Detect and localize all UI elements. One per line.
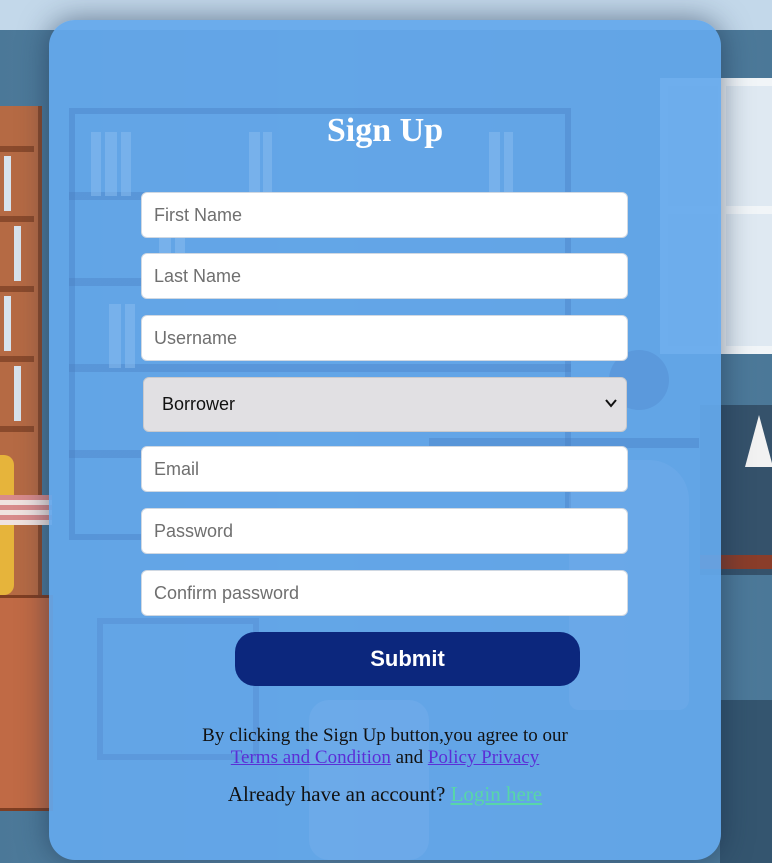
last-name-input[interactable] (141, 253, 628, 299)
signup-card: Sign Up Borrower Submit By clicking the … (49, 20, 721, 860)
terms-prefix-text: By clicking the Sign Up button,you agree… (202, 725, 568, 746)
login-prompt-text: Already have an account? (227, 782, 446, 806)
page-title: Sign Up (326, 112, 444, 149)
terms-link[interactable]: Terms and Condition (231, 747, 391, 768)
left-cabinet (0, 595, 53, 811)
role-select-value: Borrower (162, 394, 236, 414)
right-floor (720, 700, 772, 863)
login-prompt: Already have an account? Login here (49, 782, 721, 807)
username-input[interactable] (141, 315, 628, 361)
lamp-shape (745, 415, 772, 467)
login-link[interactable]: Login here (451, 782, 543, 806)
terms-notice: By clicking the Sign Up button,you agree… (49, 725, 721, 769)
terms-and-text: and (395, 747, 424, 768)
first-name-input[interactable] (141, 192, 628, 238)
left-person-figure (0, 455, 14, 595)
password-input[interactable] (141, 508, 628, 554)
submit-button[interactable]: Submit (235, 632, 580, 686)
privacy-link[interactable]: Policy Privacy (428, 747, 539, 768)
role-select[interactable]: Borrower (143, 377, 627, 432)
email-input[interactable] (141, 446, 628, 492)
chevron-down-icon (605, 399, 617, 408)
left-books-stack (0, 495, 52, 525)
confirm-password-input[interactable] (141, 570, 628, 616)
